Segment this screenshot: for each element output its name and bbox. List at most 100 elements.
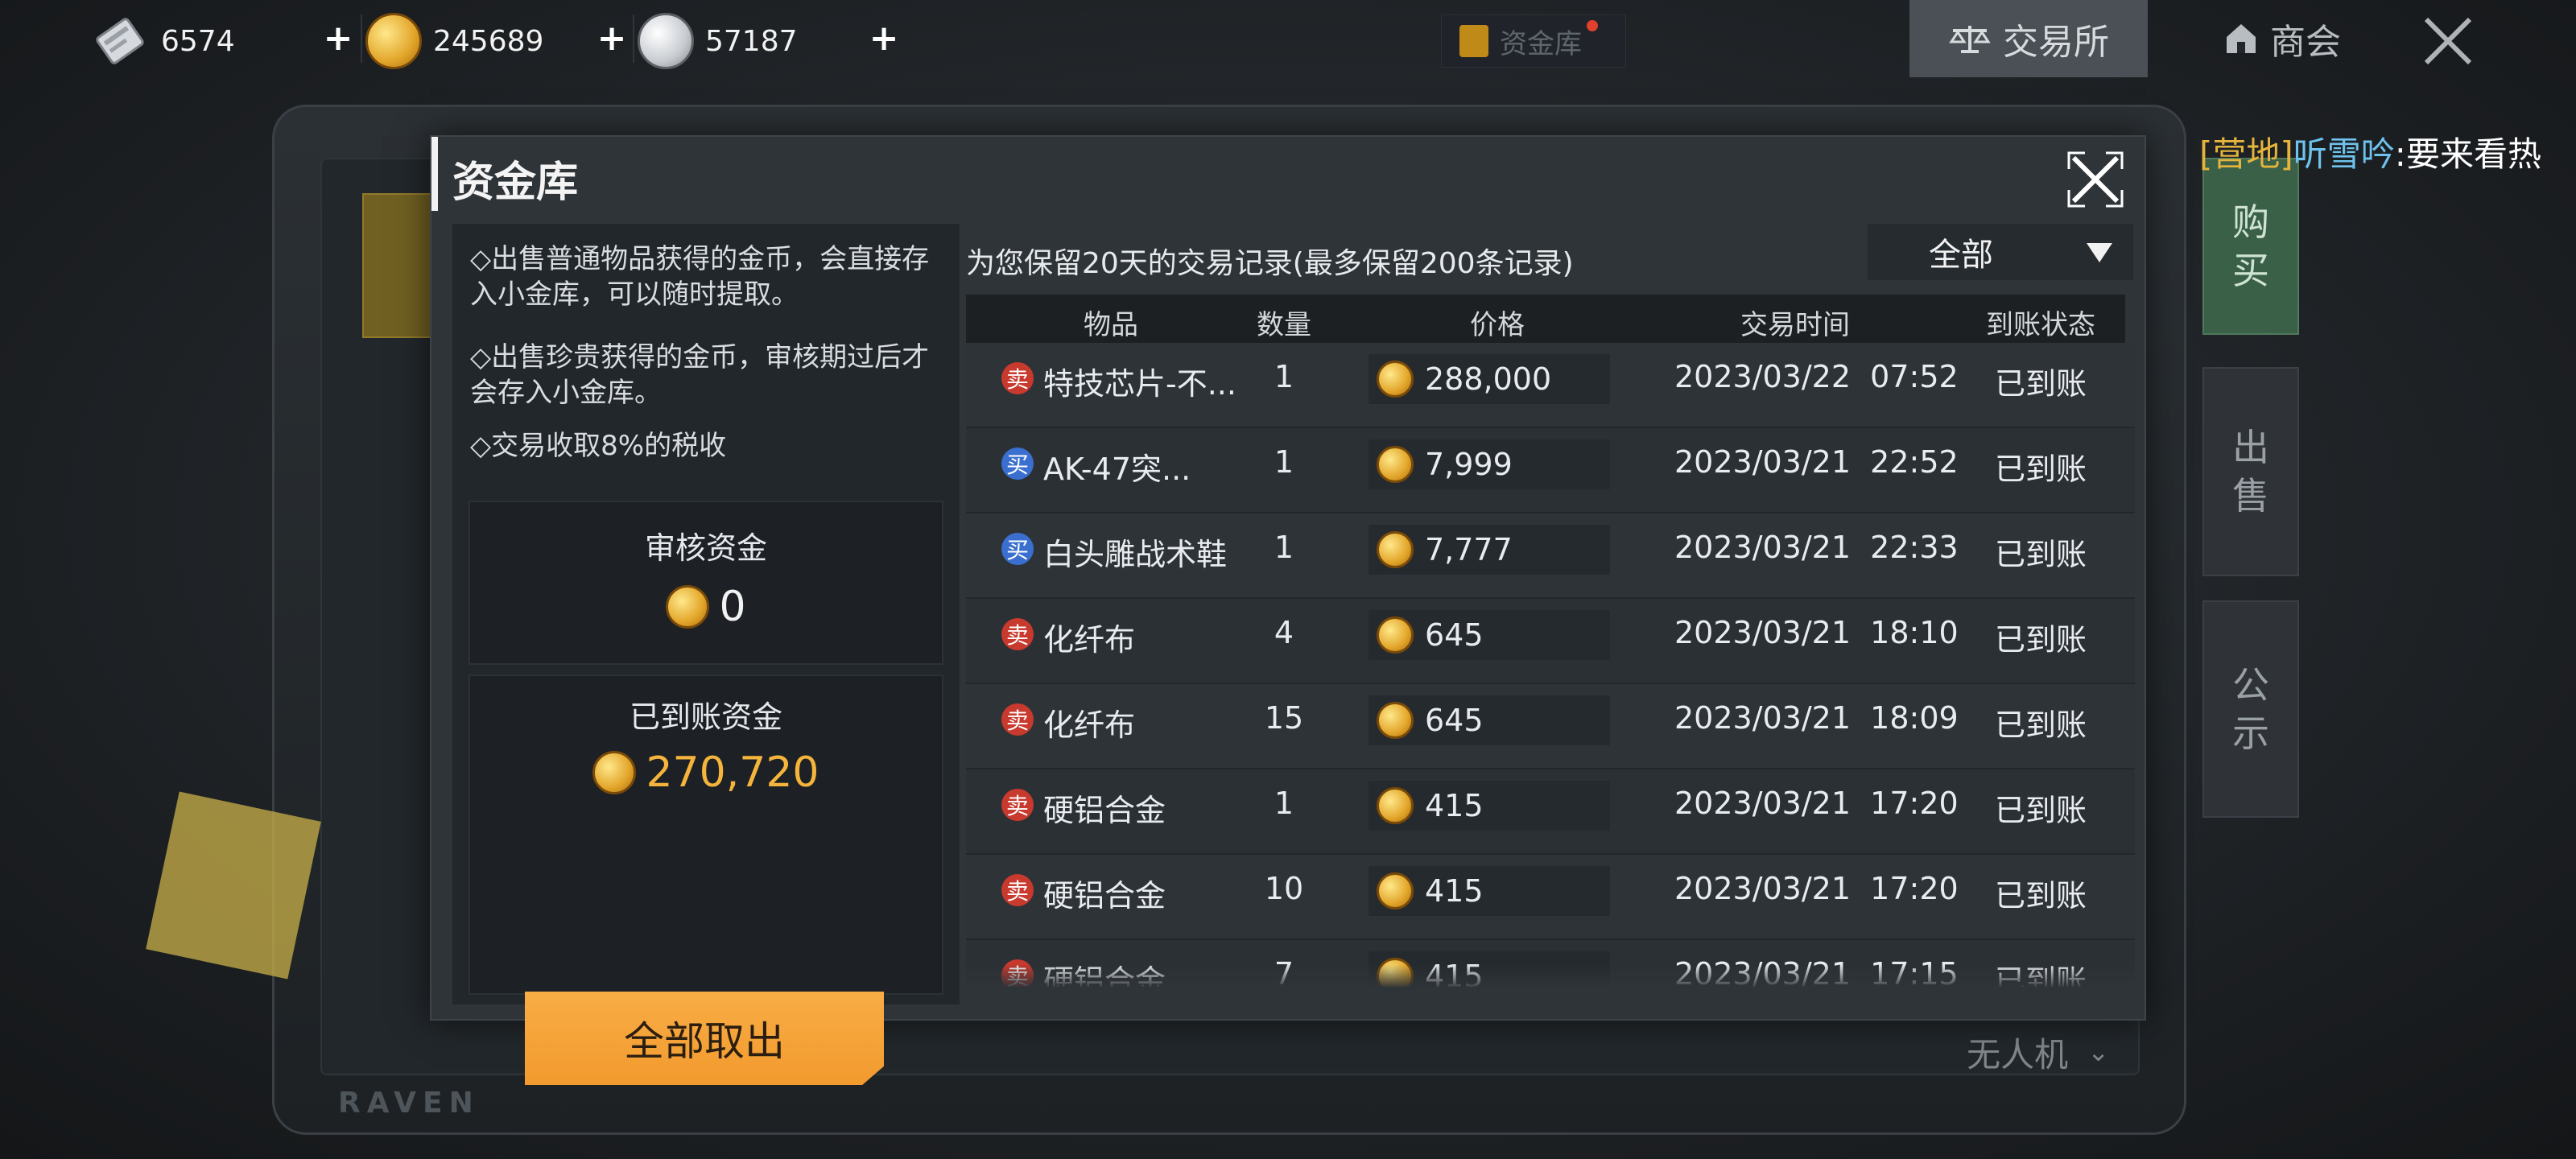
table-row[interactable]: 卖 硬铝合金 1 415 2023/03/21 17:20 已到账 — [966, 769, 2135, 855]
close-icon[interactable] — [2067, 151, 2124, 208]
tab-exchange-label: 交易所 — [2003, 22, 2109, 63]
vault-button[interactable]: 资金库 — [1441, 14, 1626, 68]
history-retention-note: 为您保留20天的交易记录(最多保留200条记录) — [966, 247, 1574, 280]
sell-badge-icon: 卖 — [1001, 618, 1034, 650]
row-time: 2023/03/21 22:33 — [1674, 530, 1959, 565]
row-time: 2023/03/22 07:52 — [1674, 359, 1959, 394]
row-quantity: 1 — [1274, 359, 1294, 394]
raven-brand: RAVEN — [338, 1087, 480, 1120]
table-row[interactable]: 卖 化纤布 4 645 2023/03/21 18:10 已到账 — [966, 599, 2135, 684]
notification-dot-icon — [1587, 20, 1598, 31]
received-funds-value: 270,720 — [470, 749, 942, 797]
history-filter-value: 全部 — [1929, 237, 1993, 274]
row-quantity: 4 — [1274, 615, 1294, 650]
gold-coin-icon — [1377, 617, 1414, 654]
vault-modal: 资金库 ◇出售普通物品获得的金币，会直接存入小金库，可以随时提取。 ◇出售珍贵获… — [430, 135, 2146, 1085]
row-item-name: 特技芯片-不... — [1043, 366, 1236, 402]
chat-message[interactable]: [营地]听雪吟:要来看热 — [2199, 127, 2541, 176]
row-price-value: 645 — [1425, 703, 1484, 738]
table-row[interactable]: 卖 硬铝合金 10 415 2023/03/21 17:20 已到账 — [966, 855, 2135, 940]
chevron-down-icon: ⌄ — [2087, 1037, 2109, 1067]
add-card-button[interactable]: + — [322, 18, 354, 59]
row-item-name: 硬铝合金 — [1043, 793, 1166, 828]
side-tab-buy[interactable]: 购 买 — [2202, 158, 2299, 335]
card-currency-icon — [90, 11, 150, 71]
add-silver-button[interactable]: + — [868, 18, 900, 59]
row-item-name: 化纤布 — [1043, 622, 1136, 658]
table-header: 物品 数量 价格 交易时间 到账状态 — [966, 295, 2125, 343]
pending-funds-label: 审核资金 — [644, 530, 767, 566]
side-tab-label: 购 买 — [2232, 200, 2269, 292]
gold-coin-icon — [1377, 787, 1414, 824]
gold-coin-icon — [1377, 702, 1414, 739]
row-quantity: 1 — [1274, 444, 1294, 480]
column-header-qty: 数量 — [1257, 309, 1311, 341]
row-item-name: 化纤布 — [1043, 707, 1136, 743]
row-time: 2023/03/21 22:52 — [1674, 444, 1959, 480]
modal-title: 资金库 — [452, 159, 579, 207]
currency-gold: 245689 — [365, 8, 543, 74]
rule-text: ◇出售普通物品获得的金币，会直接存入小金库，可以随时提取。 — [470, 243, 930, 311]
chat-channel-tag: [营地] — [2199, 134, 2293, 174]
gold-coin-icon — [1377, 872, 1414, 909]
close-icon[interactable] — [2420, 13, 2476, 69]
side-tab-label: 出 售 — [2232, 426, 2269, 518]
received-funds-amount: 270,720 — [646, 749, 819, 797]
received-funds-label: 已到账资金 — [629, 699, 782, 735]
received-funds-box: 已到账资金 270,720 — [469, 674, 943, 995]
category-dropdown[interactable]: 无人机 ⌄ — [1835, 1022, 2141, 1082]
side-tab-label: 公 示 — [2232, 663, 2269, 755]
buy-badge-icon: 买 — [1001, 448, 1034, 480]
dropdown-triangle-icon — [2087, 243, 2112, 262]
buy-badge-icon: 买 — [1001, 533, 1034, 565]
add-gold-button[interactable]: + — [596, 18, 628, 59]
side-tab-notice[interactable]: 公 示 — [2202, 600, 2299, 818]
transaction-list[interactable]: 卖 特技芯片-不... 1 288,000 2023/03/22 07:52 已… — [966, 343, 2135, 987]
chat-sender: 听雪吟 — [2293, 134, 2395, 174]
gold-coin-icon — [1377, 446, 1414, 483]
history-filter-dropdown[interactable]: 全部 — [1868, 224, 2133, 280]
row-time: 2023/03/21 17:20 — [1674, 786, 1959, 821]
transaction-history-panel: 为您保留20天的交易记录(最多保留200条记录) 全部 物品 数量 价格 交易时… — [966, 224, 2135, 1004]
row-item-name: AK-47突... — [1043, 452, 1191, 487]
table-row[interactable]: 买 白头雕战术鞋 1 7,777 2023/03/21 22:33 已到账 — [966, 514, 2135, 599]
gold-coin-icon — [592, 751, 637, 794]
row-quantity: 15 — [1264, 700, 1304, 736]
list-fade — [966, 964, 2135, 988]
row-status: 已到账 — [1994, 452, 2087, 487]
silver-currency-value: 57187 — [705, 24, 798, 58]
title-accent-bar — [431, 137, 438, 211]
row-price: 645 — [1368, 695, 1610, 745]
table-row[interactable]: 卖 化纤布 15 645 2023/03/21 18:09 已到账 — [966, 684, 2135, 769]
row-price-value: 288,000 — [1425, 361, 1552, 397]
side-tab-sell[interactable]: 出 售 — [2202, 367, 2299, 576]
sell-badge-icon: 卖 — [1001, 874, 1034, 906]
tab-guild[interactable]: 商会 — [2206, 0, 2359, 77]
gold-coin-icon — [666, 585, 710, 629]
silver-coin-icon — [638, 13, 694, 69]
row-item-name: 白头雕战术鞋 — [1043, 537, 1228, 572]
table-row[interactable]: 卖 特技芯片-不... 1 288,000 2023/03/22 07:52 已… — [966, 343, 2135, 428]
rule-text: ◇出售珍贵获得的金币，审核期过后才会存入小金库。 — [470, 341, 930, 409]
pending-funds-amount: 0 — [719, 583, 746, 631]
row-price-value: 645 — [1425, 617, 1484, 653]
row-status: 已到账 — [1994, 878, 2087, 914]
tab-exchange[interactable]: 交易所 — [1909, 0, 2148, 77]
row-status: 已到账 — [1994, 366, 2087, 402]
sell-badge-icon: 卖 — [1001, 362, 1034, 394]
vault-icon — [1459, 25, 1488, 57]
row-time: 2023/03/21 18:09 — [1674, 700, 1959, 736]
row-quantity: 1 — [1274, 530, 1294, 565]
gold-coin-icon — [1377, 531, 1414, 568]
row-price: 7,777 — [1368, 525, 1610, 575]
row-status: 已到账 — [1994, 537, 2087, 572]
table-row[interactable]: 买 AK-47突... 1 7,999 2023/03/21 22:52 已到账 — [966, 428, 2135, 514]
gold-coin-icon — [1377, 361, 1414, 398]
column-header-status: 到账状态 — [1986, 309, 2095, 341]
vault-summary-panel: ◇出售普通物品获得的金币，会直接存入小金库，可以随时提取。 ◇出售珍贵获得的金币… — [452, 224, 960, 1085]
withdraw-all-button[interactable]: 全部取出 — [525, 992, 884, 1085]
shop-icon — [2227, 24, 2256, 53]
column-header-price: 价格 — [1470, 309, 1525, 341]
category-dropdown-value: 无人机 — [1967, 1034, 2069, 1074]
row-price-value: 415 — [1425, 873, 1484, 909]
